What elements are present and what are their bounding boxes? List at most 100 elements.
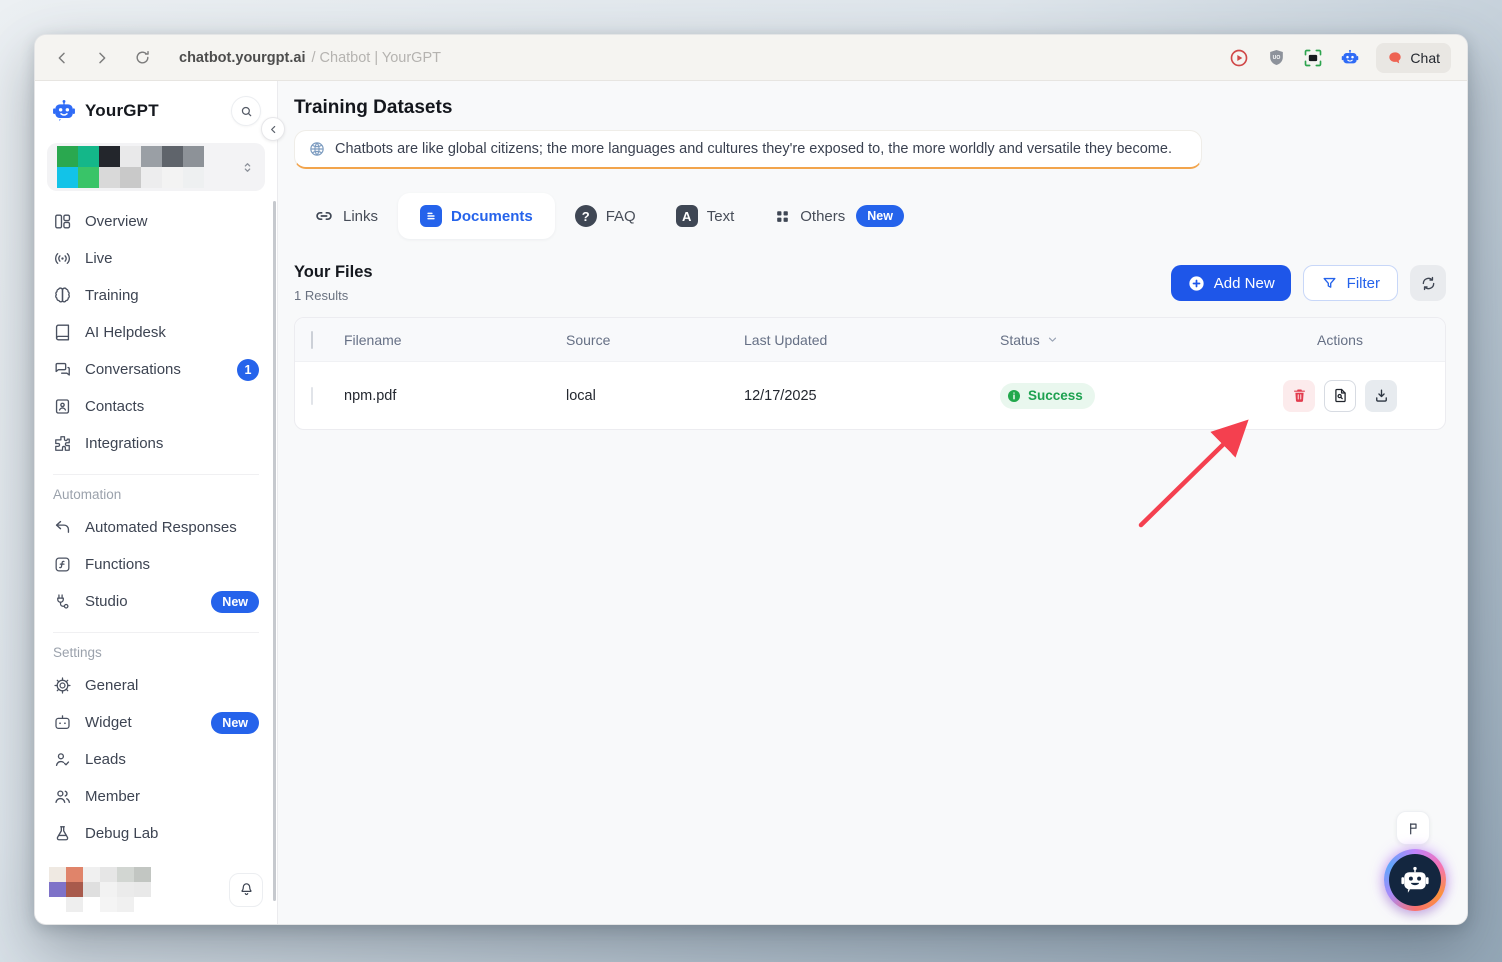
- column-header-status[interactable]: Status: [995, 332, 1235, 348]
- add-new-label: Add New: [1214, 275, 1275, 292]
- section-label-automation: Automation: [53, 487, 259, 502]
- forward-button[interactable]: [91, 47, 113, 69]
- filter-button[interactable]: Filter: [1303, 265, 1398, 301]
- sidebar-item-label: Functions: [85, 556, 150, 573]
- sidebar-search-button[interactable]: [231, 96, 261, 126]
- sidebar-item-live[interactable]: Live: [47, 240, 265, 277]
- shield-extension-icon[interactable]: UO: [1265, 47, 1287, 69]
- tab-links[interactable]: Links: [294, 194, 398, 238]
- svg-text:UO: UO: [1273, 55, 1281, 61]
- flask-icon: [53, 824, 72, 843]
- overview-icon: [53, 212, 72, 231]
- trash-icon: [1291, 387, 1308, 404]
- sidebar-item-label: AI Helpdesk: [85, 324, 166, 341]
- studio-plug-icon: [53, 592, 72, 611]
- url-host: chatbot.yourgpt.ai: [179, 50, 305, 66]
- row-checkbox[interactable]: [311, 387, 313, 405]
- preview-file-button[interactable]: [1324, 380, 1356, 412]
- sidebar-item-ai-helpdesk[interactable]: AI Helpdesk: [47, 314, 265, 351]
- download-file-button[interactable]: [1365, 380, 1397, 412]
- sidebar-item-integrations[interactable]: Integrations: [47, 425, 265, 462]
- flag-icon: [1406, 821, 1421, 836]
- select-all-checkbox[interactable]: [311, 331, 313, 349]
- sidebar-scrollbar[interactable]: [273, 201, 276, 901]
- sidebar-item-label: Conversations: [85, 361, 181, 378]
- sidebar-collapse-button[interactable]: [261, 117, 285, 141]
- new-badge: New: [211, 591, 259, 613]
- sidebar-item-leads[interactable]: Leads: [47, 741, 265, 778]
- page-title: Training Datasets: [294, 97, 1446, 119]
- status-label: Success: [1028, 388, 1083, 403]
- feedback-flag-button[interactable]: [1396, 811, 1430, 845]
- tab-label: Text: [707, 208, 735, 225]
- notifications-bell-button[interactable]: [229, 873, 263, 907]
- globe-icon: [308, 140, 326, 158]
- delete-file-button[interactable]: [1283, 380, 1315, 412]
- dataset-tabs: Links Documents ? FAQ A Text Others: [294, 193, 1446, 239]
- tab-text[interactable]: A Text: [656, 193, 755, 239]
- sidebar-item-training[interactable]: Training: [47, 277, 265, 314]
- grid-icon: [774, 208, 791, 225]
- sidebar-item-automated-responses[interactable]: Automated Responses: [47, 509, 265, 546]
- chat-bubble-icon: [1387, 50, 1403, 66]
- cell-source: local: [561, 388, 739, 404]
- add-new-button[interactable]: Add New: [1171, 265, 1291, 301]
- chatbot-launcher-button[interactable]: [1384, 849, 1446, 911]
- play-extension-icon[interactable]: [1228, 47, 1250, 69]
- sidebar-item-label: Overview: [85, 213, 148, 230]
- sidebar-item-conversations[interactable]: Conversations 1: [47, 351, 265, 388]
- live-icon: [53, 249, 72, 268]
- contact-card-icon: [53, 397, 72, 416]
- sidebar-item-widget[interactable]: Widget New: [47, 704, 265, 741]
- tab-documents[interactable]: Documents: [398, 193, 555, 239]
- main-content: Training Datasets Chatbots are like glob…: [278, 81, 1467, 924]
- tab-faq[interactable]: ? FAQ: [555, 193, 656, 239]
- unread-count-badge: 1: [237, 359, 259, 381]
- quote-text: Chatbots are like global citizens; the m…: [335, 141, 1172, 157]
- divider: [53, 474, 259, 475]
- sidebar-item-functions[interactable]: Functions: [47, 546, 265, 583]
- chatbot-robot-icon: [1389, 854, 1441, 906]
- divider: [53, 632, 259, 633]
- reload-button[interactable]: [131, 47, 153, 69]
- robot-extension-icon[interactable]: [1339, 47, 1361, 69]
- person-check-icon: [53, 750, 72, 769]
- tab-label: Others: [800, 208, 845, 225]
- puzzle-icon: [53, 434, 72, 453]
- sidebar-item-label: General: [85, 677, 138, 694]
- gear-icon: [53, 676, 72, 695]
- chevron-up-down-icon: [240, 160, 255, 175]
- table-row: npm.pdf local 12/17/2025 Success: [295, 361, 1445, 429]
- book-icon: [53, 323, 72, 342]
- tab-others[interactable]: Others New: [754, 193, 924, 239]
- link-icon: [314, 206, 334, 226]
- sidebar-item-debug-lab[interactable]: Debug Lab: [47, 815, 265, 852]
- refresh-button[interactable]: [1410, 265, 1446, 301]
- cell-last-updated: 12/17/2025: [739, 388, 995, 404]
- sidebar-item-label: Contacts: [85, 398, 144, 415]
- tab-label: FAQ: [606, 208, 636, 225]
- widget-robot-icon: [53, 713, 72, 732]
- capture-extension-icon[interactable]: [1302, 47, 1324, 69]
- cell-filename: npm.pdf: [339, 388, 561, 404]
- workspace-name-redacted: [57, 146, 204, 188]
- user-info-redacted[interactable]: [49, 867, 151, 912]
- sidebar-item-overview[interactable]: Overview: [47, 203, 265, 240]
- sidebar-item-label: Integrations: [85, 435, 163, 452]
- chat-extension-button[interactable]: Chat: [1376, 43, 1451, 73]
- sidebar-item-member[interactable]: Member: [47, 778, 265, 815]
- sidebar-item-studio[interactable]: Studio New: [47, 583, 265, 620]
- funnel-icon: [1321, 275, 1338, 292]
- sidebar-item-label: Studio: [85, 593, 128, 610]
- sidebar-item-general[interactable]: General: [47, 667, 265, 704]
- workspace-selector[interactable]: [47, 143, 265, 191]
- info-circle-icon: [1006, 388, 1022, 404]
- back-button[interactable]: [51, 47, 73, 69]
- sidebar-item-contacts[interactable]: Contacts: [47, 388, 265, 425]
- brand-name: YourGPT: [85, 101, 159, 121]
- training-brain-icon: [53, 286, 72, 305]
- reply-arrow-icon: [53, 518, 72, 537]
- sidebar-item-label: Automated Responses: [85, 519, 237, 536]
- address-bar[interactable]: chatbot.yourgpt.ai/ Chatbot | YourGPT: [179, 50, 441, 66]
- function-icon: [53, 555, 72, 574]
